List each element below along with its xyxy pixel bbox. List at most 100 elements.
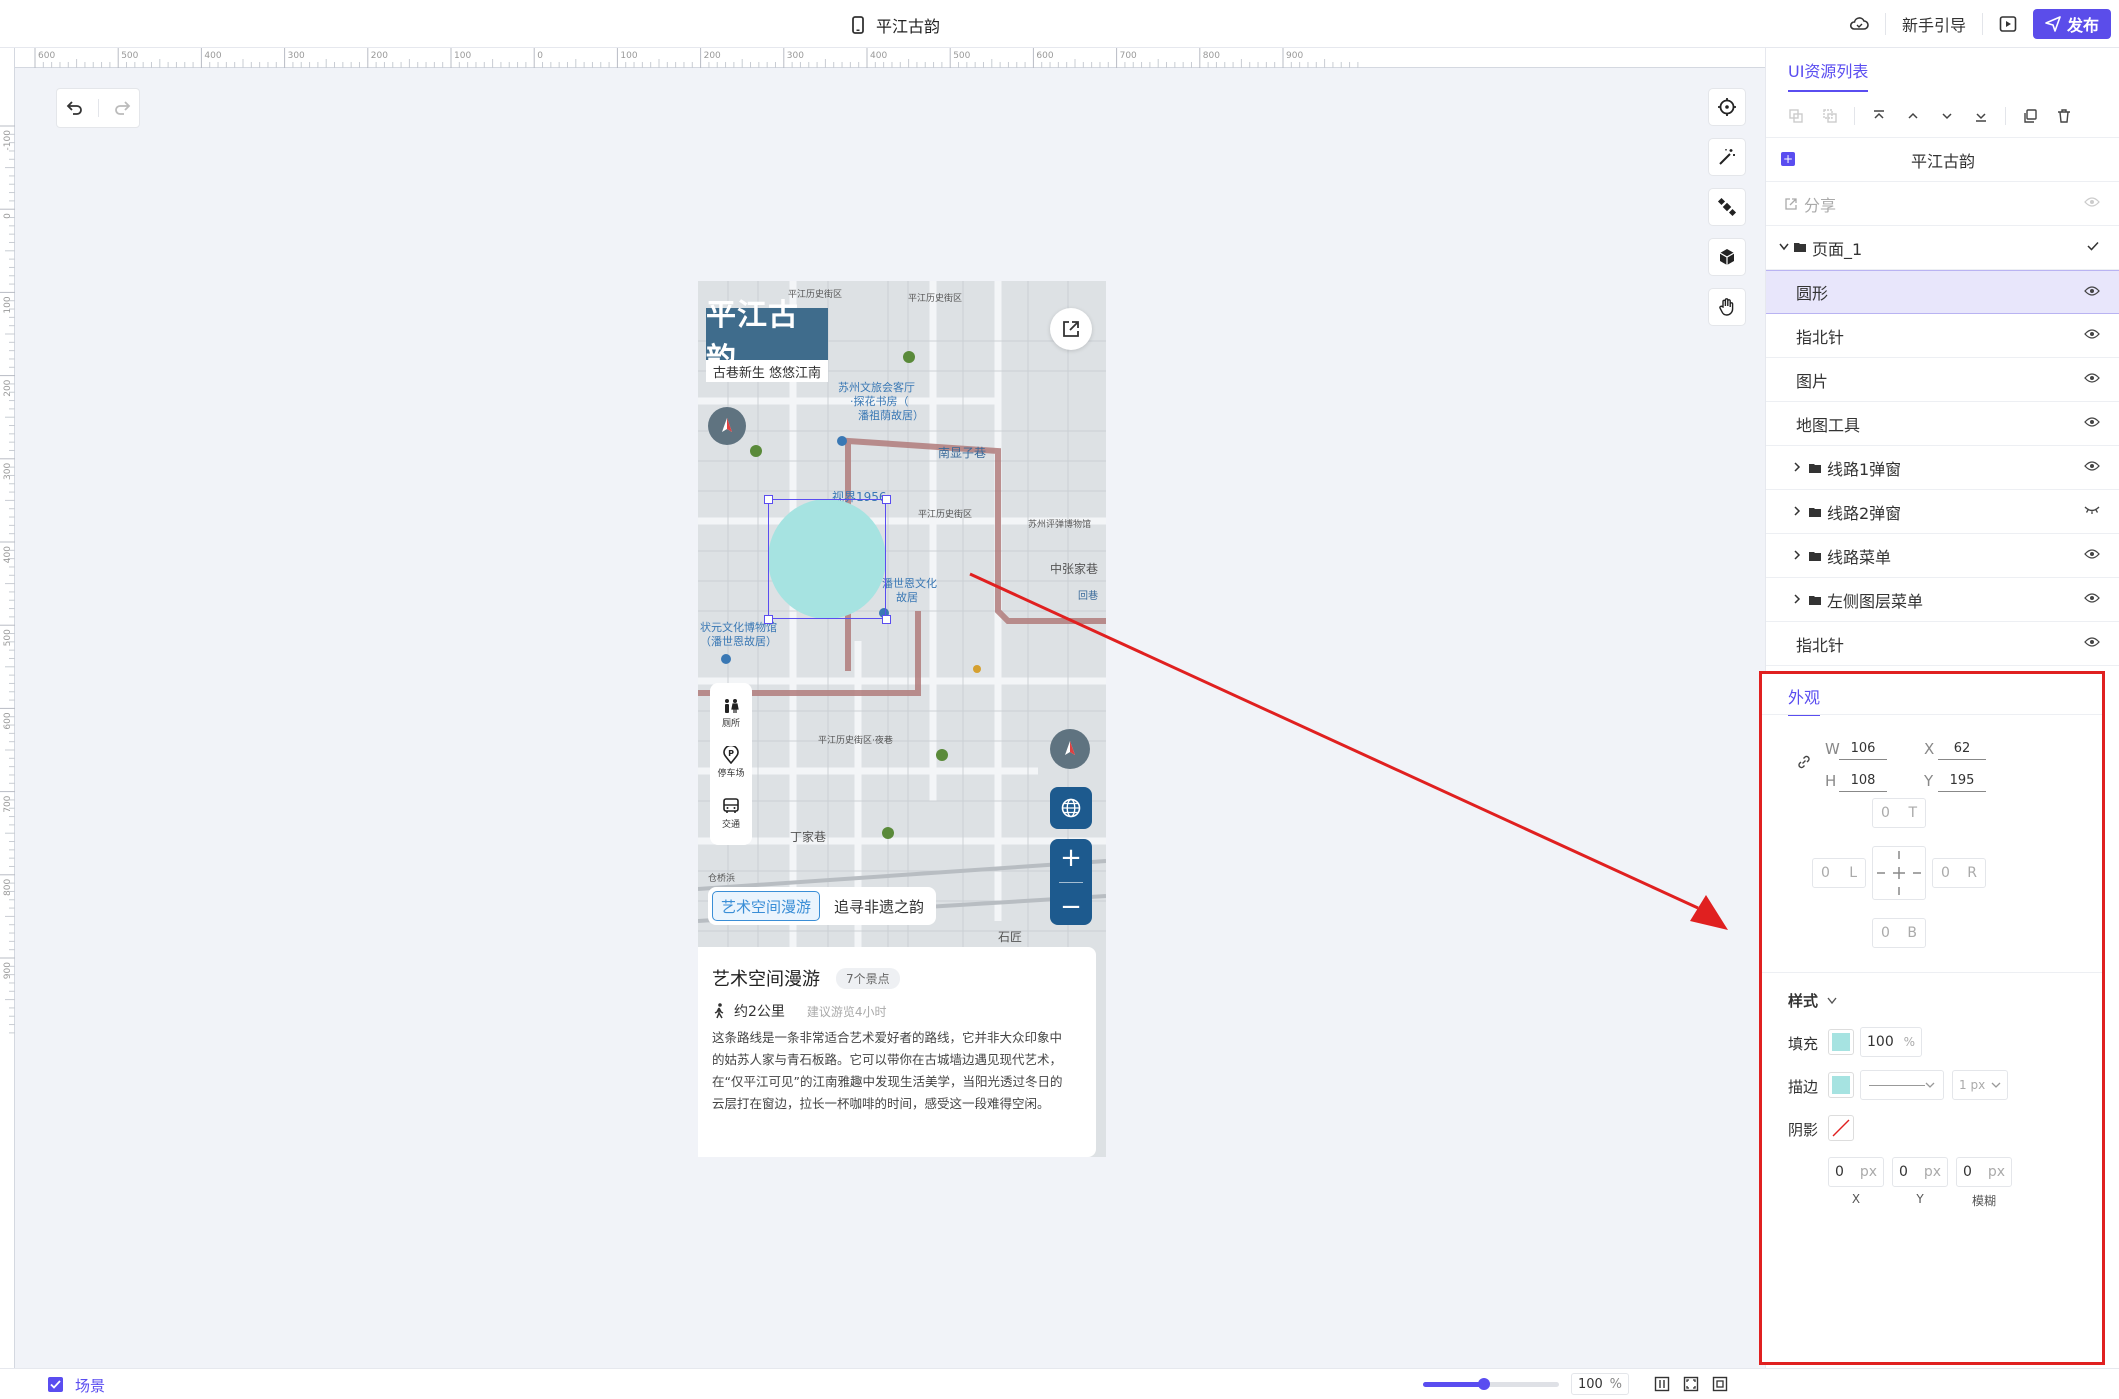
eye-off-icon[interactable] (2084, 504, 2100, 516)
zoom-slider-handle[interactable] (1478, 1378, 1491, 1390)
stroke-color-swatch[interactable] (1828, 1072, 1854, 1098)
tab-appearance[interactable]: 外观 (1788, 684, 1821, 716)
layer-row[interactable]: 左侧图层菜单 (1766, 578, 2119, 622)
layer-label: 线路2弹窗 (1827, 503, 1902, 523)
zoom-slider-fill (1423, 1382, 1485, 1387)
ungroup-icon[interactable] (1820, 106, 1840, 126)
margin-bottom-input[interactable]: 0B (1872, 918, 1926, 948)
move-to-top-icon[interactable] (1869, 106, 1889, 126)
tab-ui-resources[interactable]: UI资源列表 (1788, 58, 1869, 92)
stroke-label: 描边 (1788, 1078, 1819, 1096)
margin-bottom-value: 0 (1881, 925, 1890, 941)
fit-screen-icon[interactable] (1683, 1376, 1699, 1392)
stroke-style-solid-line (1869, 1084, 1925, 1086)
margin-right-input[interactable]: 0R (1932, 858, 1986, 888)
layer-label: 指北针 (1796, 327, 1845, 347)
chevron-right-icon[interactable] (1792, 593, 1802, 605)
zoom-input[interactable]: 100 % (1571, 1373, 1629, 1395)
x-input[interactable]: 62 (1938, 738, 1986, 760)
layer-label: 左侧图层菜单 (1827, 591, 1924, 611)
margin-center-widget[interactable] (1872, 846, 1926, 900)
folder-icon (1809, 464, 1821, 473)
scene-checkbox[interactable] (48, 1377, 63, 1392)
eye-icon[interactable] (2084, 285, 2100, 297)
fill-label: 填充 (1788, 1035, 1819, 1053)
stroke-style-select[interactable] (1860, 1070, 1944, 1100)
project-root-row[interactable]: + 平江古韵 (1766, 138, 2119, 182)
y-label: Y (1924, 772, 1934, 790)
eye-icon[interactable] (2084, 592, 2100, 604)
layer-row[interactable]: 指北针 (1766, 314, 2119, 358)
page-label: 页面_1 (1812, 239, 1863, 259)
actual-size-icon[interactable] (1712, 1376, 1728, 1392)
chevron-down-icon (1925, 1082, 1935, 1088)
stroke-width-select[interactable]: 1 px (1952, 1070, 2008, 1100)
folder-icon (1809, 508, 1821, 517)
fill-color-chip (1832, 1033, 1850, 1051)
page-row[interactable]: 页面_1 (1766, 226, 2119, 270)
link-ratio-icon[interactable] (1796, 754, 1812, 770)
divider (1854, 106, 1855, 125)
zoom-value: 100 (1578, 1376, 1603, 1392)
project-name: 平江古韵 (1910, 151, 1975, 171)
eye-icon[interactable] (2084, 372, 2100, 384)
layer-row[interactable]: 地图工具 (1766, 402, 2119, 446)
chevron-down-icon[interactable] (1826, 996, 1838, 1006)
layer-row[interactable]: 线路1弹窗 (1766, 446, 2119, 490)
eye-icon[interactable] (2084, 460, 2100, 472)
fill-opacity-value: 100 (1867, 1034, 1894, 1050)
layer-row[interactable]: 指北针 (1766, 622, 2119, 666)
eye-icon[interactable] (2084, 328, 2100, 340)
shadow-color-swatch-none[interactable] (1828, 1115, 1854, 1141)
stroke-width-value: 1 (1959, 1078, 1967, 1092)
layer-row[interactable]: 线路2弹窗 (1766, 490, 2119, 534)
layer-label: 地图工具 (1796, 415, 1861, 435)
eye-icon[interactable] (2084, 548, 2100, 560)
y-input[interactable]: 195 (1938, 770, 1986, 792)
margin-left-input[interactable]: 0L (1812, 858, 1866, 888)
folder-icon (1809, 552, 1821, 561)
move-down-icon[interactable] (1937, 106, 1957, 126)
layer-row[interactable]: 圆形 (1766, 270, 2119, 314)
fill-opacity-input[interactable]: 100% (1860, 1027, 1922, 1057)
layer-label: 线路菜单 (1827, 547, 1892, 567)
margin-right-value: 0 (1941, 865, 1950, 881)
layer-row[interactable]: 图片 (1766, 358, 2119, 402)
bottom-bar: 场景 100 % (0, 1368, 2119, 1399)
margin-top-label: T (1908, 805, 1917, 821)
zoom-slider-track[interactable] (1423, 1378, 1559, 1390)
group-icon[interactable] (1786, 106, 1806, 126)
chevron-down-icon[interactable] (1778, 242, 1790, 252)
check-icon[interactable] (2086, 240, 2100, 252)
height-input[interactable]: 108 (1839, 770, 1887, 792)
chevron-right-icon[interactable] (1792, 461, 1802, 473)
eye-icon[interactable] (2084, 416, 2100, 428)
shadow-y-label: Y (1916, 1192, 1924, 1206)
layer-label: 线路1弹窗 (1827, 459, 1902, 479)
appearance-panel: 外观 W 106 H 108 X 62 Y 195 0T 0L 0R 0B 样式… (1759, 671, 2105, 1365)
shadow-blur-label: 模糊 (1971, 1194, 1996, 1208)
margin-top-input[interactable]: 0T (1872, 798, 1926, 828)
share-row[interactable]: 分享 (1766, 182, 2119, 226)
copy-icon[interactable] (2020, 106, 2040, 126)
delete-icon[interactable] (2054, 106, 2074, 126)
move-to-bottom-icon[interactable] (1971, 106, 1991, 126)
folder-icon (1809, 596, 1821, 605)
chevron-right-icon[interactable] (1792, 505, 1802, 517)
width-input[interactable]: 106 (1839, 738, 1887, 760)
eye-icon[interactable] (2084, 196, 2100, 208)
shadow-label: 阴影 (1788, 1121, 1819, 1139)
x-label: X (1924, 740, 1935, 758)
fill-color-swatch[interactable] (1828, 1029, 1854, 1055)
shadow-blur-input[interactable]: 0 px (1956, 1157, 2012, 1187)
move-up-icon[interactable] (1903, 106, 1923, 126)
layer-row[interactable]: 线路菜单 (1766, 534, 2119, 578)
margin-left-label: L (1849, 865, 1857, 881)
stroke-color-chip (1832, 1076, 1850, 1094)
shadow-y-value: 0 (1899, 1164, 1908, 1180)
shadow-y-input[interactable]: 0 px (1892, 1157, 1948, 1187)
eye-icon[interactable] (2084, 636, 2100, 648)
chevron-right-icon[interactable] (1792, 549, 1802, 561)
shadow-x-input[interactable]: 0 px (1828, 1157, 1884, 1187)
fit-width-icon[interactable] (1654, 1376, 1670, 1392)
